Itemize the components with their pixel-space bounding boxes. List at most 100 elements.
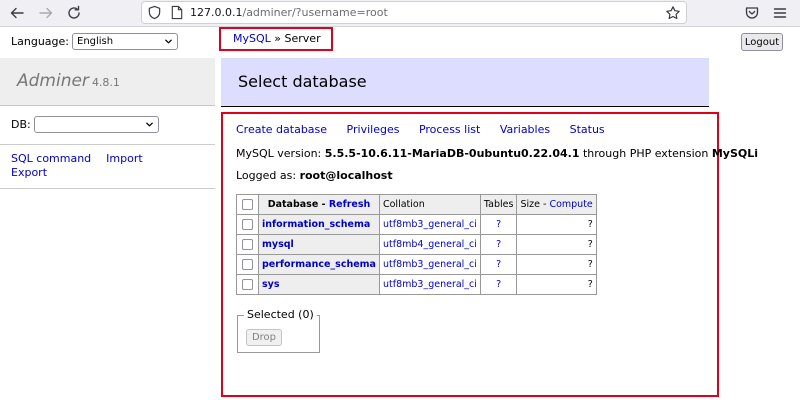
hamburger-menu-icon bbox=[773, 8, 787, 18]
database-name-cell: sys bbox=[258, 274, 380, 295]
browser-toolbar: 127.0.0.1/adminer/?username=root bbox=[0, 0, 800, 27]
language-selected: English bbox=[77, 36, 114, 47]
selected-fieldset: Selected (0) Drop bbox=[237, 308, 320, 353]
forward-button[interactable] bbox=[35, 2, 57, 24]
tables-cell: ? bbox=[479, 214, 518, 235]
tables-cell: ? bbox=[479, 274, 518, 295]
size-cell: ? bbox=[516, 234, 597, 255]
app-menu-button[interactable] bbox=[769, 2, 791, 24]
tables-count-link[interactable]: ? bbox=[496, 219, 501, 230]
database-link[interactable]: mysql bbox=[262, 239, 294, 250]
row-checkbox[interactable] bbox=[242, 239, 253, 250]
db-select[interactable] bbox=[33, 116, 159, 133]
address-bar[interactable]: 127.0.0.1/adminer/?username=root bbox=[141, 1, 687, 24]
collation-cell: utf8mb3_general_ci bbox=[378, 274, 481, 295]
chevron-down-icon bbox=[165, 39, 172, 44]
shield-icon[interactable] bbox=[147, 5, 162, 20]
logout-button[interactable]: Logout bbox=[741, 33, 783, 51]
col-database-sep: - bbox=[318, 199, 329, 210]
row-checkbox[interactable] bbox=[242, 259, 253, 270]
server-version-line: MySQL version: 5.5.5-10.6.11-MariaDB-0ub… bbox=[236, 147, 758, 160]
col-size: Size - Compute bbox=[516, 194, 597, 215]
collation-link[interactable]: utf8mb3_general_ci bbox=[383, 279, 477, 290]
server-version: 5.5.5-10.6.11-MariaDB-0ubuntu0.22.04.1 bbox=[324, 147, 580, 160]
brand-version: 4.8.1 bbox=[91, 76, 120, 89]
version-prefix: MySQL version: bbox=[236, 147, 325, 160]
page-title: Select database bbox=[221, 58, 709, 107]
size-cell: ? bbox=[516, 214, 597, 235]
php-extension: MySQLi bbox=[711, 147, 759, 160]
reload-icon bbox=[68, 5, 80, 19]
status-link[interactable]: Status bbox=[570, 123, 605, 136]
database-link[interactable]: sys bbox=[262, 279, 280, 290]
table-row: sys utf8mb3_general_ci?? bbox=[236, 274, 597, 295]
arrow-right-icon bbox=[39, 7, 53, 19]
size-cell: ? bbox=[516, 274, 597, 295]
col-database-label: Database bbox=[267, 199, 319, 210]
refresh-link[interactable]: Refresh bbox=[329, 199, 370, 210]
import-link[interactable]: Import bbox=[106, 152, 143, 165]
databases-table: Database - Refresh Collation Tables Size… bbox=[236, 194, 597, 295]
breadcrumb-current: Server bbox=[284, 32, 321, 45]
content-panel: Create database Privileges Process list … bbox=[221, 112, 758, 397]
create-database-link[interactable]: Create database bbox=[236, 123, 327, 136]
compute-link[interactable]: Compute bbox=[549, 199, 592, 210]
export-link[interactable]: Export bbox=[11, 166, 47, 179]
table-header-row: Database - Refresh Collation Tables Size… bbox=[236, 194, 597, 215]
tables-count-link[interactable]: ? bbox=[496, 239, 501, 250]
url-text[interactable]: 127.0.0.1/adminer/?username=root bbox=[190, 6, 388, 19]
server-menu: Create database Privileges Process list … bbox=[236, 123, 621, 136]
breadcrumb: MySQL » Server bbox=[219, 27, 333, 51]
language-select[interactable]: English bbox=[72, 33, 178, 50]
collation-cell: utf8mb3_general_ci bbox=[378, 254, 481, 275]
variables-link[interactable]: Variables bbox=[500, 123, 550, 136]
tables-count-link[interactable]: ? bbox=[496, 279, 501, 290]
process-list-link[interactable]: Process list bbox=[419, 123, 480, 136]
arrow-left-icon bbox=[10, 7, 24, 19]
version-middle: through PHP extension bbox=[579, 147, 712, 160]
url-path: /adminer/?username=root bbox=[242, 6, 388, 19]
col-size-label: Size bbox=[520, 199, 540, 210]
table-row: information_schema utf8mb3_general_ci?? bbox=[236, 214, 597, 235]
privileges-link[interactable]: Privileges bbox=[347, 123, 400, 136]
page-icon[interactable] bbox=[170, 5, 184, 20]
select-all-checkbox[interactable] bbox=[242, 199, 253, 210]
selected-legend: Selected (0) bbox=[244, 308, 317, 321]
sql-command-link[interactable]: SQL command bbox=[11, 152, 91, 165]
database-link[interactable]: performance_schema bbox=[262, 259, 376, 270]
tables-cell: ? bbox=[479, 254, 518, 275]
drop-button[interactable]: Drop bbox=[246, 329, 282, 346]
collation-link[interactable]: utf8mb4_general_ci bbox=[383, 239, 477, 250]
col-tables: Tables bbox=[479, 194, 518, 215]
brand-name[interactable]: Adminer bbox=[17, 71, 89, 91]
tables-cell: ? bbox=[479, 234, 518, 255]
breadcrumb-mysql-link[interactable]: MySQL bbox=[233, 32, 271, 45]
back-button[interactable] bbox=[6, 2, 28, 24]
databases-table-body: information_schema utf8mb3_general_ci?? my… bbox=[236, 214, 597, 295]
table-row: performance_schema utf8mb3_general_ci?? bbox=[236, 254, 597, 275]
db-label: DB: bbox=[11, 118, 31, 131]
logged-user: root@localhost bbox=[299, 169, 393, 182]
collation-link[interactable]: utf8mb3_general_ci bbox=[383, 219, 477, 230]
adminer-brand: Adminer 4.8.1 bbox=[0, 58, 215, 106]
row-checkbox-cell bbox=[236, 274, 259, 295]
col-database: Database - Refresh bbox=[258, 194, 380, 215]
star-icon[interactable] bbox=[665, 5, 681, 21]
row-checkbox-cell bbox=[236, 234, 259, 255]
database-link[interactable]: information_schema bbox=[262, 219, 370, 230]
table-row: mysql utf8mb4_general_ci?? bbox=[236, 234, 597, 255]
pocket-button[interactable] bbox=[741, 2, 763, 24]
size-cell: ? bbox=[516, 254, 597, 275]
reload-button[interactable] bbox=[63, 2, 85, 24]
tables-count-link[interactable]: ? bbox=[496, 259, 501, 270]
select-all-cell bbox=[236, 194, 259, 215]
language-label: Language: bbox=[11, 35, 69, 48]
pocket-icon bbox=[745, 7, 759, 19]
db-chooser: DB: bbox=[11, 116, 159, 133]
row-checkbox[interactable] bbox=[242, 279, 253, 290]
database-name-cell: performance_schema bbox=[258, 254, 380, 275]
collation-link[interactable]: utf8mb3_general_ci bbox=[383, 259, 477, 270]
row-checkbox[interactable] bbox=[242, 219, 253, 230]
url-host: 127.0.0.1 bbox=[190, 6, 243, 19]
collation-cell: utf8mb4_general_ci bbox=[378, 234, 481, 255]
